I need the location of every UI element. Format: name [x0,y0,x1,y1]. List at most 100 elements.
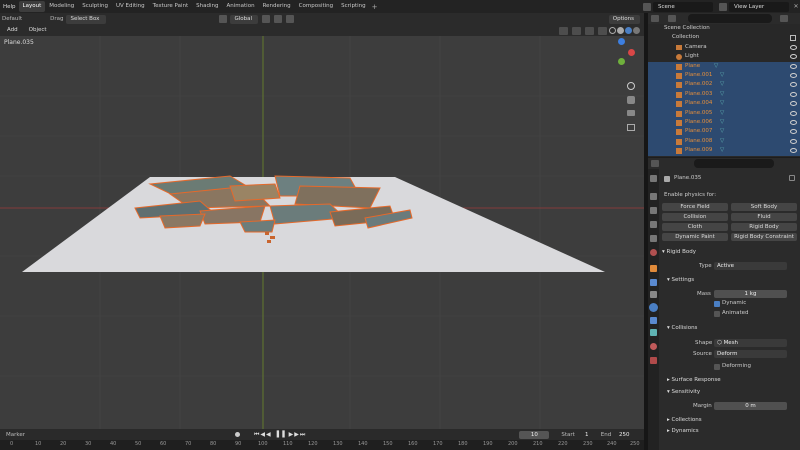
transform-orientation-dropdown[interactable]: Global [230,14,259,24]
navigation-gizmo[interactable] [606,38,636,68]
camera-view-icon[interactable] [627,110,635,116]
deforming-checkbox[interactable] [714,364,720,370]
gizmo-z-icon[interactable] [618,38,625,45]
scene-icon[interactable] [643,2,651,11]
scene-tab-icon[interactable] [650,235,657,242]
rigid-body-constraint-button[interactable]: Rigid Body Constraint [731,233,797,241]
eye-icon[interactable] [790,73,797,78]
animated-checkbox[interactable] [714,311,720,317]
eye-icon[interactable] [790,110,797,116]
shading-material-icon[interactable] [625,27,632,34]
editor-type-icon[interactable] [651,15,659,22]
gizmo-y-icon[interactable] [618,58,625,65]
tab-texture-paint[interactable]: Texture Paint [149,1,193,12]
eye-icon[interactable] [790,91,797,97]
outliner-item[interactable]: Camera [648,43,800,52]
pan-hand-icon[interactable] [627,96,635,104]
tab-shading[interactable]: Shading [192,1,222,12]
outliner-item[interactable]: Plane.003 ▽ [648,89,800,100]
timeline-ruler[interactable]: 0 10 20 30 40 50 60 70 80 90 100 110 120… [0,440,644,450]
outliner-item[interactable]: Light [648,52,800,61]
material-tab-icon[interactable] [650,343,657,350]
source-dropdown[interactable]: Deform [714,350,787,358]
tab-animation[interactable]: Animation [223,1,259,12]
gizmo-icon[interactable] [572,26,581,35]
tab-scripting[interactable]: Scripting [337,1,369,12]
outliner-item[interactable]: Plane ▽ [648,61,800,71]
visibility-icon[interactable] [559,26,568,35]
end-frame-field[interactable]: 250 [613,431,635,439]
checkbox-icon[interactable] [790,35,796,42]
tab-layout[interactable]: Layout [18,1,46,12]
filter-icon[interactable] [668,15,676,22]
snap-icon[interactable] [262,15,271,23]
particles-tab-icon[interactable] [650,291,657,298]
data-tab-icon[interactable] [650,329,657,336]
tab-sculpting[interactable]: Sculpting [78,1,112,12]
object-menu[interactable]: Object [25,26,51,35]
view-layer-selector[interactable]: View Layer [729,1,789,12]
collisions-section-header[interactable]: ▾ Collisions [667,325,800,331]
outliner-item[interactable]: Plane.002 ▽ [648,80,800,90]
outliner-item[interactable]: Plane.006 ▽ [648,118,800,128]
mass-field[interactable]: 1 kg [714,290,787,298]
overlay-icon[interactable] [585,26,594,35]
sensitivity-section-header[interactable]: ▾ Sensitivity [667,389,800,395]
outliner-collection[interactable]: Collection [648,33,800,42]
texture-tab-icon[interactable] [650,357,657,364]
output-tab-icon[interactable] [650,207,657,214]
add-menu[interactable]: Add [3,26,22,35]
xray-icon[interactable] [598,26,607,35]
outliner-item[interactable]: Plane.008 ▽ [648,136,800,147]
shading-rendered-icon[interactable] [633,27,640,34]
soft-body-button[interactable]: Soft Body [731,203,797,211]
close-icon[interactable]: ✕ [792,3,800,10]
add-workspace-icon[interactable]: + [370,2,380,12]
modifier-tab-icon[interactable] [650,279,657,286]
playback-controls[interactable]: ⏮◀◀ ▐▐ ▶▶⏭ [254,431,306,439]
3d-viewport[interactable]: Plane.035 [0,36,644,429]
eye-icon[interactable] [790,44,797,50]
eye-icon[interactable] [790,54,797,60]
surface-response-section-header[interactable]: ▸ Surface Response [667,377,800,383]
perspective-icon[interactable] [627,124,635,131]
eye-icon[interactable] [790,138,797,144]
view-layer-tab-icon[interactable] [650,221,657,228]
zoom-icon[interactable] [627,82,635,90]
eye-icon[interactable] [790,148,797,154]
world-tab-icon[interactable] [650,249,657,256]
outliner-item[interactable]: Plane.001 ▽ [648,71,800,81]
shading-wireframe-icon[interactable] [609,27,616,34]
dynamic-checkbox[interactable] [714,301,720,307]
pin-icon[interactable] [789,175,795,181]
eye-icon[interactable] [790,82,797,88]
current-frame-field[interactable]: 10 [519,430,550,439]
outliner-item[interactable]: Plane.005 ▽ [648,108,800,118]
tab-uv-editing[interactable]: UV Editing [112,1,149,12]
eye-icon[interactable] [790,63,797,69]
fluid-button[interactable]: Fluid [731,213,797,221]
marker-menu[interactable]: Marker [6,432,25,438]
eye-icon[interactable] [790,120,797,125]
tab-rendering[interactable]: Rendering [259,1,295,12]
collections-section-header[interactable]: ▸ Collections [667,417,800,423]
view-layer-icon[interactable] [719,2,727,11]
eye-icon[interactable] [790,129,797,135]
gizmo-x-icon[interactable] [628,49,635,56]
shape-dropdown[interactable]: ⬡ Mesh [714,339,787,347]
margin-field[interactable]: 0 m [714,402,787,410]
render-tab-icon[interactable] [650,193,657,200]
object-tab-icon[interactable] [650,265,657,272]
outliner-item[interactable]: Plane.004 ▽ [648,99,800,109]
outliner-filter-icon[interactable] [780,15,788,22]
eye-icon[interactable] [790,101,797,107]
collision-button[interactable]: Collision [662,213,728,221]
settings-section-header[interactable]: ▾ Settings [667,277,800,283]
properties-search-input[interactable] [694,159,774,168]
physics-tab-icon[interactable] [649,303,658,312]
rigid-body-section-header[interactable]: ▾ Rigid Body [662,249,798,255]
outliner-search-input[interactable] [688,14,772,23]
falloff-icon[interactable] [286,15,295,23]
menu-help[interactable]: Help [0,4,19,10]
outliner-item[interactable]: Plane.009 ▽ [648,146,800,156]
